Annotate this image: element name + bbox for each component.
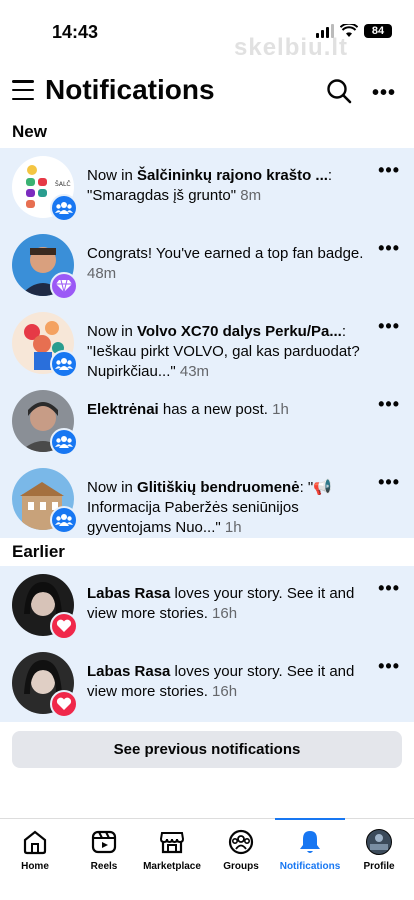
groups-icon: [228, 829, 254, 855]
heart-icon: [50, 612, 78, 640]
notification-time: 48m: [87, 265, 117, 282]
group-icon: [50, 428, 78, 456]
header: Notifications •••: [0, 70, 414, 114]
notification-time: 16h: [212, 605, 238, 622]
notification-item[interactable]: Now in Glitiškių bendruomenė: "📢 Informa…: [0, 460, 414, 538]
notification-more-icon[interactable]: •••: [378, 578, 400, 599]
profile-avatar: [366, 829, 392, 855]
notification-subject: Labas Rasa: [87, 585, 171, 602]
notification-item[interactable]: Labas Rasa loves your story. See it and …: [0, 644, 414, 722]
notification-text: Congrats! You've earned a top fan badge.…: [87, 244, 367, 284]
notification-more-icon[interactable]: •••: [378, 656, 400, 677]
tab-home[interactable]: Home: [0, 819, 70, 879]
group-icon: [50, 506, 78, 534]
notification-avatar-wrap: [12, 468, 78, 534]
notification-text: Labas Rasa loves your story. See it and …: [87, 662, 367, 702]
notification-text: Now in Šalčininkų rajono krašto ...: "Sm…: [87, 166, 367, 206]
notification-pre: Now in: [87, 479, 138, 496]
more-options-icon[interactable]: •••: [372, 82, 396, 105]
status-time: 14:43: [52, 22, 99, 42]
notification-subject: Labas Rasa: [87, 663, 171, 680]
tab-reels[interactable]: Reels: [69, 819, 139, 879]
tab-label: Reels: [90, 861, 118, 872]
notification-item[interactable]: Elektrėnai has a new post. 1h •••: [0, 382, 414, 460]
notification-pre: Congrats! You've earned a top fan badge.: [87, 245, 364, 262]
marketplace-icon: [159, 832, 185, 854]
notification-post: has a new post.: [158, 401, 268, 418]
notification-more-icon[interactable]: •••: [378, 472, 400, 493]
tab-label: Notifications: [279, 861, 341, 872]
notification-pre: Now in: [87, 323, 138, 340]
wifi-icon: [340, 24, 358, 37]
notification-item[interactable]: Congrats! You've earned a top fan badge.…: [0, 226, 414, 304]
tab-notifications[interactable]: Notifications: [275, 818, 345, 879]
notification-time: 43m: [179, 363, 210, 380]
notification-item[interactable]: Now in Volvo XC70 dalys Perku/Pa...: "Ie…: [0, 304, 414, 382]
notification-time: 1h: [272, 401, 289, 418]
tab-label: Home: [21, 861, 49, 872]
tab-label: Profile: [363, 861, 395, 872]
section-title-earlier: Earlier: [12, 542, 65, 561]
notification-text: Now in Glitiškių bendruomenė: "📢 Informa…: [87, 478, 367, 538]
bell-icon: [300, 831, 320, 853]
diamond-icon: [50, 272, 78, 300]
see-previous-button[interactable]: See previous notifications: [12, 731, 402, 768]
tab-profile[interactable]: Profile: [344, 819, 414, 879]
notification-subject: Glitiškių bendruomenė: [137, 479, 300, 496]
heart-icon: [50, 690, 78, 718]
group-icon: [50, 350, 78, 378]
menu-icon[interactable]: [12, 80, 34, 100]
signal-icon: [316, 24, 334, 38]
svg-text:ŠALČ: ŠALČ: [55, 181, 71, 188]
tab-label: Groups: [223, 861, 259, 872]
notification-more-icon[interactable]: •••: [378, 238, 400, 259]
notification-text: Elektrėnai has a new post. 1h: [87, 400, 367, 420]
status-icons: 84: [316, 24, 392, 38]
notification-item[interactable]: ŠALČ Now in Šalčininkų rajono krašto ...:…: [0, 148, 414, 226]
notification-more-icon[interactable]: •••: [378, 160, 400, 181]
status-bar: 14:43 skelbiu.lt 84: [0, 0, 414, 62]
bottom-tab-bar: Home Reels Marketplace Groups Notifications P…: [0, 818, 414, 900]
notification-time: 16h: [212, 683, 238, 700]
notification-avatar-wrap: [12, 312, 78, 378]
section-title-new: New: [12, 122, 47, 141]
notification-subject: Elektrėnai: [87, 401, 159, 418]
notification-avatar-wrap: ŠALČ: [12, 156, 78, 222]
home-icon: [23, 830, 47, 855]
notification-avatar-wrap: [12, 574, 78, 640]
watermark: skelbiu.lt: [234, 34, 349, 61]
search-icon[interactable]: [326, 78, 352, 104]
notification-avatar-wrap: [12, 652, 78, 718]
tab-groups[interactable]: Groups: [206, 819, 276, 879]
group-icon: [50, 194, 78, 222]
notification-pre: Now in: [87, 167, 138, 184]
notification-time: 8m: [240, 187, 262, 204]
notification-item[interactable]: Labas Rasa loves your story. See it and …: [0, 566, 414, 644]
notification-more-icon[interactable]: •••: [378, 316, 400, 337]
page-title: Notifications: [45, 74, 215, 105]
notification-avatar-wrap: [12, 234, 78, 300]
notification-avatar-wrap: [12, 390, 78, 456]
tab-marketplace[interactable]: Marketplace: [137, 819, 207, 879]
battery-icon: 84: [364, 24, 392, 38]
notification-more-icon[interactable]: •••: [378, 394, 400, 415]
reels-icon: [91, 830, 117, 854]
notification-subject: Šalčininkų rajono krašto ...: [137, 167, 328, 184]
tab-label: Marketplace: [143, 861, 201, 872]
notification-text: Labas Rasa loves your story. See it and …: [87, 584, 367, 624]
notification-time: 1h: [224, 519, 242, 536]
notification-subject: Volvo XC70 dalys Perku/Pa...: [137, 323, 342, 340]
notification-text: Now in Volvo XC70 dalys Perku/Pa...: "Ie…: [87, 322, 367, 382]
